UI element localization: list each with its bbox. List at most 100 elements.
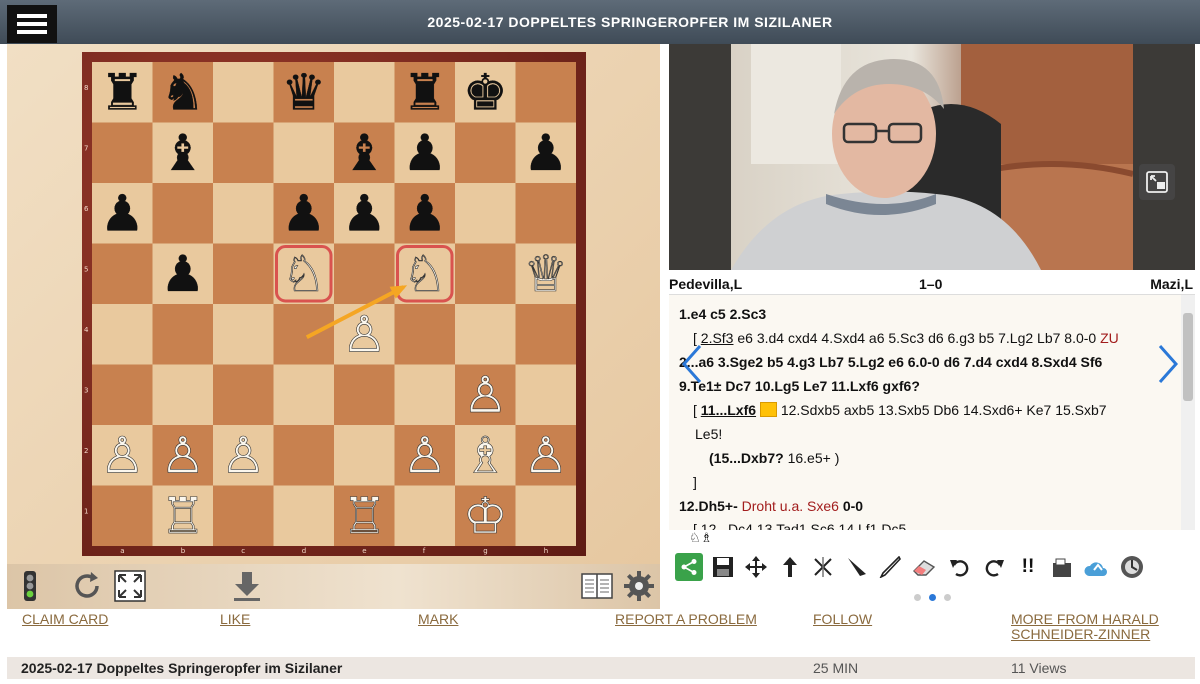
chessboard[interactable]: 87654321a b c d e f g h♜ ♞ ♛ ♜ ♚♝ ♝ ♟ ♟♟ ♟ ♟ ♟♟ ♘ ♘ ♕♙♙♙ ♙ ♙ ♙ ♗…	[82, 52, 586, 556]
previous-arrow-icon[interactable]	[677, 339, 707, 389]
square-f3[interactable]	[394, 364, 456, 426]
black-pawn-piece[interactable]: ♟	[523, 124, 568, 182]
report-problem-link[interactable]: REPORT A PROBLEM	[615, 612, 757, 627]
promote-variation-icon[interactable]	[776, 553, 804, 581]
notation-scrollbar[interactable]	[1181, 295, 1195, 530]
engine-traffic-light-icon[interactable]	[13, 569, 47, 603]
move-arrows-icon[interactable]	[742, 553, 770, 581]
subvariation-move[interactable]: (15...Dxb7?	[709, 450, 784, 466]
claim-card-link[interactable]: CLAIM CARD	[22, 612, 108, 627]
square-c8[interactable]	[213, 62, 274, 123]
square-c5[interactable]	[213, 243, 274, 305]
notation-book-icon[interactable]	[580, 569, 614, 603]
clipboard-icon[interactable]	[1048, 553, 1076, 581]
square-h4[interactable]	[515, 304, 577, 365]
piece-selector[interactable]: ♘♗	[669, 530, 1195, 548]
white-bishop-piece[interactable]: ♗	[463, 426, 508, 485]
black-queen-piece[interactable]: ♛	[281, 63, 326, 121]
delete-variation-icon[interactable]	[809, 553, 837, 581]
next-arrow-icon[interactable]	[1153, 339, 1183, 389]
move-line[interactable]: 12.Dh5+- Droht u.a. Sxe6 0-0	[679, 498, 863, 514]
square-a7[interactable]	[92, 122, 153, 184]
move-line[interactable]: 2...a6 3.Sge2 b5 4.g3 Lb7 5.Lg2 e6 6.0-0…	[679, 354, 1102, 370]
square-d7[interactable]	[273, 122, 335, 184]
white-queen-piece[interactable]: ♕	[523, 244, 568, 303]
black-knight-piece[interactable]: ♞	[160, 63, 205, 121]
annotation-symbol-icon[interactable]: !!	[1014, 553, 1042, 581]
square-g6[interactable]	[455, 183, 516, 244]
scrollbar-thumb[interactable]	[1183, 313, 1193, 401]
square-d4[interactable]	[273, 304, 335, 365]
black-bishop-piece[interactable]: ♝	[342, 124, 387, 182]
black-pawn-piece[interactable]: ♟	[402, 124, 447, 182]
carousel-dot[interactable]	[943, 594, 951, 601]
square-h8[interactable]	[515, 62, 577, 123]
square-a5[interactable]	[92, 243, 153, 305]
square-b3[interactable]	[152, 364, 214, 426]
white-pawn-piece[interactable]: ♙	[221, 426, 266, 485]
black-pawn-piece[interactable]: ♟	[402, 184, 447, 242]
square-a1[interactable]	[92, 485, 153, 547]
square-g5[interactable]	[455, 243, 516, 305]
black-king-piece[interactable]: ♚	[463, 63, 508, 121]
square-h6[interactable]	[515, 183, 577, 244]
more-from-author-link[interactable]: MORE FROM HARALD SCHNEIDER-ZINNER	[1011, 612, 1191, 642]
black-pawn-piece[interactable]: ♟	[342, 184, 387, 242]
square-c4[interactable]	[213, 304, 274, 365]
square-b6[interactable]	[152, 183, 214, 244]
white-pawn-piece[interactable]: ♙	[463, 365, 508, 424]
white-king-piece[interactable]: ♔	[463, 486, 508, 545]
variation-line[interactable]: [ 2.Sf3 e6 3.d4 cxd4 4.Sxd4 a6 5.Sc3 d6 …	[693, 330, 1119, 346]
square-e8[interactable]	[334, 62, 395, 123]
main-move[interactable]: 0-0	[843, 498, 863, 514]
black-rook-piece[interactable]: ♜	[100, 63, 145, 121]
square-a3[interactable]	[92, 364, 153, 426]
square-c1[interactable]	[213, 485, 274, 547]
undo-icon[interactable]	[946, 553, 974, 581]
black-bishop-piece[interactable]: ♝	[160, 124, 205, 182]
square-f4[interactable]	[394, 304, 456, 365]
hamburger-menu-button[interactable]	[7, 5, 57, 43]
picture-in-picture-icon[interactable]	[1139, 164, 1175, 200]
piece-glyphs[interactable]: ♘♗	[689, 530, 712, 545]
square-e3[interactable]	[334, 364, 395, 426]
download-icon[interactable]	[230, 569, 264, 603]
square-d2[interactable]	[273, 425, 335, 486]
settings-gear-icon[interactable]	[622, 569, 656, 603]
carousel-dot[interactable]	[913, 594, 921, 601]
engine-analysis-icon[interactable]	[1118, 553, 1146, 581]
black-pawn-piece[interactable]: ♟	[281, 184, 326, 242]
black-rook-piece[interactable]: ♜	[402, 63, 447, 121]
square-g4[interactable]	[455, 304, 516, 365]
white-rook-piece[interactable]: ♖	[160, 486, 205, 545]
subvariation-line[interactable]: (15...Dxb7? 16.e5+ )	[709, 450, 839, 466]
square-c7[interactable]	[213, 122, 274, 184]
pen-annotate-icon[interactable]	[876, 553, 904, 581]
webcam-video[interactable]	[669, 44, 1195, 270]
square-c3[interactable]	[213, 364, 274, 426]
comment-marker-icon[interactable]	[759, 402, 777, 417]
variation-line[interactable]: [ 12...Dc4 13.Tad1 Sc6 14.Lf1 Dc5	[693, 521, 906, 530]
cut-icon[interactable]	[843, 553, 871, 581]
white-pawn-piece[interactable]: ♙	[402, 426, 447, 485]
move-line[interactable]: 9.Te1± Dc7 10.Lg5 Le7 11.Lxf6 gxf6?	[679, 378, 920, 394]
black-pawn-piece[interactable]: ♟	[100, 184, 145, 242]
follow-link[interactable]: FOLLOW	[813, 612, 872, 627]
white-pawn-piece[interactable]: ♙	[523, 426, 568, 485]
white-pawn-piece[interactable]: ♙	[160, 426, 205, 485]
main-move[interactable]: 12.Dh5+-	[679, 498, 738, 514]
eraser-icon[interactable]	[910, 553, 938, 581]
square-g7[interactable]	[455, 122, 516, 184]
variation-line[interactable]: [ 11...Lxf6 12.Sdxb5 axb5 13.Sxb5 Db6 14…	[693, 402, 1107, 418]
carousel-dot-active[interactable]	[928, 594, 936, 601]
square-f1[interactable]	[394, 485, 456, 547]
black-pawn-piece[interactable]: ♟	[160, 245, 205, 303]
square-c6[interactable]	[213, 183, 274, 244]
square-h1[interactable]	[515, 485, 577, 547]
square-d1[interactable]	[273, 485, 335, 547]
square-a4[interactable]	[92, 304, 153, 365]
like-link[interactable]: LIKE	[220, 612, 250, 627]
white-knight-piece[interactable]: ♘	[281, 244, 326, 303]
white-pawn-piece[interactable]: ♙	[100, 426, 145, 485]
square-h3[interactable]	[515, 364, 577, 426]
